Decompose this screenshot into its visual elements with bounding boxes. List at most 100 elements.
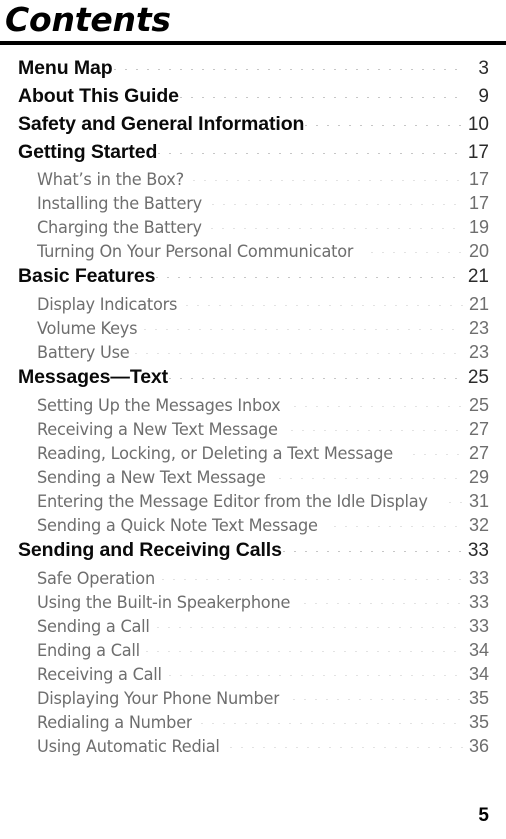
- toc-entry-chapter[interactable]: About This Guide 9: [0, 85, 506, 113]
- toc-entry-page-number: 21: [467, 266, 489, 287]
- dot-leader: [162, 579, 463, 580]
- toc-entry-page-number: 33: [468, 616, 489, 636]
- toc-entry-section[interactable]: Safe Operation 33: [0, 568, 506, 592]
- dot-leader: [333, 526, 463, 527]
- toc-entry-section[interactable]: Using the Built-in Speakerphone 33: [0, 592, 506, 616]
- toc-entry-section[interactable]: Entering the Message Editor from the Idl…: [0, 491, 506, 515]
- toc-entry-section[interactable]: Displaying Your Phone Number 35: [0, 688, 506, 712]
- toc-entry-section[interactable]: Setting Up the Messages Inbox 25: [0, 395, 506, 419]
- toc-entry-page-number: 9: [478, 86, 489, 107]
- dot-leader: [294, 406, 463, 407]
- dot-leader: [169, 378, 462, 379]
- toc-entry-section[interactable]: Using Automatic Redial 36: [0, 736, 506, 760]
- toc-entry-chapter[interactable]: Safety and General Information 10: [0, 113, 506, 141]
- dot-leader: [282, 551, 462, 552]
- dot-leader: [305, 125, 462, 126]
- toc-entry-label: Reading, Locking, or Deleting a Text Mes…: [37, 444, 393, 464]
- toc-entry-section[interactable]: Charging the Battery 19: [0, 217, 506, 241]
- toc-entry-chapter[interactable]: Sending and Receiving Calls 33: [0, 539, 506, 568]
- dot-leader: [211, 228, 463, 229]
- toc-entry-label: Getting Started: [18, 141, 158, 163]
- toc-entry-label: Installing the Battery: [37, 194, 202, 214]
- toc-entry-page-number: 35: [468, 712, 489, 732]
- toc-entry-section[interactable]: Display Indicators 21: [0, 294, 506, 318]
- toc-entry-section[interactable]: Reading, Locking, or Deleting a Text Mes…: [0, 443, 506, 467]
- toc-entry-label: Entering the Message Editor from the Idl…: [37, 492, 428, 512]
- page-number: 5: [478, 805, 489, 826]
- dot-leader: [113, 69, 462, 70]
- dot-leader: [192, 180, 463, 181]
- dot-leader: [135, 353, 463, 354]
- toc-entry-section[interactable]: Turning On Your Personal Communicator 20: [0, 241, 506, 265]
- toc-entry-section[interactable]: Installing the Battery 17: [0, 193, 506, 217]
- toc-entry-section[interactable]: Redialing a Number 35: [0, 712, 506, 736]
- toc-entry-label: Display Indicators: [37, 295, 178, 315]
- toc-entry-page-number: 31: [468, 491, 489, 511]
- table-of-contents-list: Menu Map 3 About This Guide 9 Safety and Gen…: [0, 57, 506, 760]
- dot-leader: [143, 329, 463, 330]
- dot-leader: [201, 723, 463, 724]
- toc-entry-page-number: 34: [468, 664, 489, 684]
- toc-entry-label: What’s in the Box?: [37, 170, 184, 190]
- dot-leader: [156, 277, 462, 278]
- toc-entry-page-number: 21: [468, 294, 489, 314]
- toc-entry-label: About This Guide: [18, 85, 179, 107]
- dot-leader: [211, 204, 463, 205]
- toc-entry-page-number: 34: [468, 640, 489, 660]
- toc-entry-label: Sending a New Text Message: [37, 468, 266, 488]
- toc-entry-page-number: 29: [468, 467, 489, 487]
- toc-entry-page-number: 19: [468, 217, 489, 237]
- dot-leader: [185, 305, 463, 306]
- toc-entry-page-number: 33: [468, 568, 489, 588]
- toc-entry-label: Receiving a New Text Message: [37, 420, 278, 440]
- toc-entry-label: Volume Keys: [37, 319, 138, 339]
- dot-leader: [412, 454, 463, 455]
- title-divider: [0, 41, 506, 45]
- toc-entry-label: Ending a Call: [37, 641, 140, 661]
- toc-entry-section[interactable]: Battery Use 23: [0, 342, 506, 366]
- toc-entry-page-number: 17: [468, 169, 489, 189]
- toc-entry-page-number: 20: [468, 241, 489, 261]
- page-title: Contents: [5, 0, 171, 39]
- toc-entry-page-number: 33: [468, 592, 489, 612]
- dot-leader: [230, 747, 463, 748]
- toc-entry-page-number: 27: [468, 443, 489, 463]
- toc-entry-page-number: 17: [467, 142, 489, 163]
- toc-entry-label: Turning On Your Personal Communicator: [37, 242, 354, 262]
- toc-entry-label: Setting Up the Messages Inbox: [37, 396, 281, 416]
- toc-entry-section[interactable]: What’s in the Box? 17: [0, 169, 506, 193]
- toc-entry-label: Menu Map: [18, 57, 113, 79]
- toc-entry-page-number: 25: [468, 395, 489, 415]
- dot-leader: [146, 651, 463, 652]
- toc-entry-chapter[interactable]: Menu Map 3: [0, 57, 506, 85]
- toc-entry-page-number: 27: [468, 419, 489, 439]
- dot-leader: [293, 699, 463, 700]
- toc-entry-page-number: 23: [468, 342, 489, 362]
- toc-entry-section[interactable]: Sending a New Text Message 29: [0, 467, 506, 491]
- toc-entry-page-number: 36: [468, 736, 489, 756]
- toc-entry-page-number: 32: [468, 515, 489, 535]
- toc-entry-chapter[interactable]: Basic Features 21: [0, 265, 506, 294]
- toc-entry-section[interactable]: Volume Keys 23: [0, 318, 506, 342]
- toc-entry-label: Battery Use: [37, 343, 130, 363]
- toc-entry-label: Messages—Text: [18, 366, 169, 388]
- toc-entry-section[interactable]: Receiving a New Text Message 27: [0, 419, 506, 443]
- toc-entry-chapter[interactable]: Messages—Text 25: [0, 366, 506, 395]
- dot-leader: [304, 603, 463, 604]
- toc-entry-label: Redialing a Number: [37, 713, 193, 733]
- dot-leader: [449, 502, 463, 503]
- dot-leader: [156, 627, 463, 628]
- toc-entry-page-number: 23: [468, 318, 489, 338]
- toc-entry-page-number: 25: [467, 367, 489, 388]
- dot-leader: [291, 430, 463, 431]
- toc-entry-label: Receiving a Call: [37, 665, 162, 685]
- toc-entry-label: Using the Built-in Speakerphone: [37, 593, 291, 613]
- toc-entry-label: Sending a Call: [37, 617, 150, 637]
- toc-entry-section[interactable]: Ending a Call 34: [0, 640, 506, 664]
- toc-entry-page-number: 33: [467, 540, 489, 561]
- toc-entry-section[interactable]: Sending a Call 33: [0, 616, 506, 640]
- toc-entry-chapter[interactable]: Getting Started 17: [0, 141, 506, 169]
- toc-entry-section[interactable]: Receiving a Call 34: [0, 664, 506, 688]
- toc-entry-section[interactable]: Sending a Quick Note Text Message 32: [0, 515, 506, 539]
- toc-entry-label: Safe Operation: [37, 569, 155, 589]
